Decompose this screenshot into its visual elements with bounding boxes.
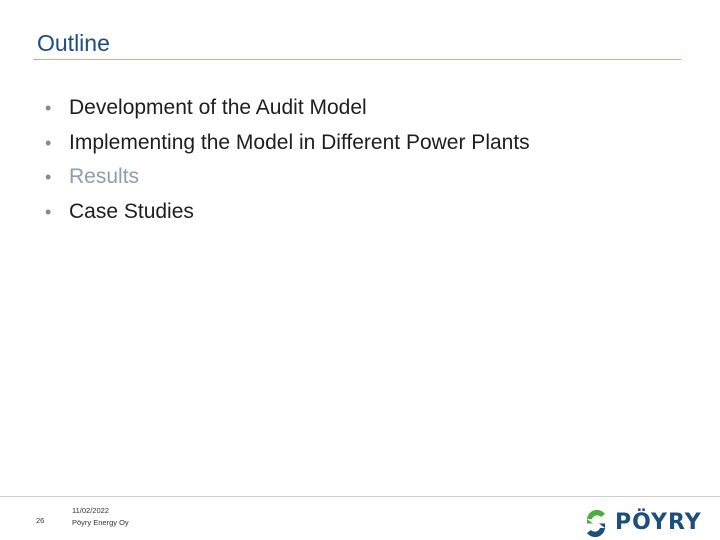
logo-wordmark: PÖYRY [615,510,702,535]
title-divider [33,59,681,60]
page-number: 26 [36,516,45,525]
bullet-icon: • [45,98,52,118]
company-logo: PÖYRY [584,510,716,537]
outline-item-text: Development of the Audit Model [69,96,367,119]
bullet-icon: • [45,201,52,222]
outline-item-text: Case Studies [69,199,194,223]
footer-company: Pöyry Energy Oy [72,518,129,527]
bullet-icon: • [45,132,52,153]
footer-date: 11/02/2022 [72,506,109,515]
slide-title: Outline [37,30,110,56]
bullet-icon: • [45,167,52,187]
outline-item-text: Implementing the Model in Different Powe… [69,130,530,154]
footer-divider [0,496,720,497]
outline-item-text: Results [69,165,140,188]
poyry-logo-icon [587,510,605,537]
